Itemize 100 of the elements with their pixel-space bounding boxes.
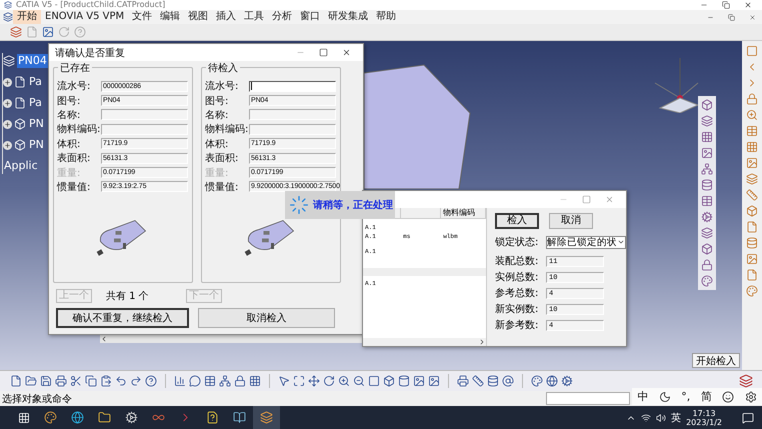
tool-icon[interactable] (701, 131, 713, 143)
text-field[interactable] (249, 80, 336, 92)
copy-icon[interactable] (85, 375, 97, 387)
restore-icon[interactable] (722, 1, 730, 9)
scroll-left-icon[interactable] (100, 334, 108, 342)
rotate-icon[interactable] (323, 375, 335, 387)
volume-icon[interactable] (656, 412, 666, 422)
tool-icon[interactable] (701, 259, 713, 271)
tree-item[interactable]: Pa (28, 96, 43, 110)
tool-icon[interactable] (701, 275, 713, 287)
save-icon[interactable] (40, 375, 52, 387)
scroll-right-icon[interactable] (478, 338, 486, 346)
lock-state-dropdown[interactable]: 解除已锁定的状 (546, 236, 626, 248)
zoom-in-icon[interactable] (338, 375, 350, 387)
text-field[interactable] (249, 124, 336, 135)
cylinder-icon[interactable] (398, 375, 410, 387)
tool-icon[interactable] (701, 195, 713, 207)
restore-icon[interactable] (728, 14, 735, 20)
menu-item[interactable]: 研发集成 (324, 10, 372, 24)
tree-icon[interactable] (219, 375, 231, 387)
database-icon[interactable] (487, 375, 499, 387)
picture-icon[interactable] (428, 375, 440, 387)
menu-item[interactable]: 编辑 (156, 10, 184, 24)
tree-item[interactable]: Applic (3, 159, 39, 173)
product-icon[interactable] (10, 26, 22, 38)
tool-icon[interactable] (746, 205, 758, 217)
tool-icon[interactable] (701, 243, 713, 255)
close-icon[interactable] (744, 1, 752, 9)
expand-icon[interactable] (3, 120, 12, 128)
tool-icon[interactable] (746, 109, 758, 121)
confirm-button[interactable]: 确认不重复，继续检入 (56, 308, 189, 328)
tool-icon[interactable] (701, 179, 713, 191)
menu-item[interactable]: 工具 (240, 10, 268, 24)
palette-icon[interactable] (44, 411, 57, 424)
notification-icon[interactable] (742, 412, 754, 424)
tool-icon[interactable] (746, 237, 758, 249)
tool-icon[interactable] (746, 221, 758, 233)
comment-icon[interactable] (189, 375, 201, 387)
menu-item[interactable]: 分析 (268, 10, 296, 24)
menu-item[interactable]: 开始 (13, 10, 41, 24)
palette-icon[interactable] (531, 375, 543, 387)
layers-icon[interactable] (260, 411, 273, 424)
open-icon[interactable] (25, 375, 37, 387)
at-icon[interactable] (502, 375, 514, 387)
start-checkin-button[interactable]: 开始检入 (692, 353, 740, 368)
paste-icon[interactable] (100, 375, 112, 387)
text-field[interactable] (101, 109, 188, 120)
menu-item[interactable]: 视图 (184, 10, 212, 24)
tree-item[interactable]: PN04 (17, 54, 48, 68)
ime-option[interactable]: 中 (637, 389, 648, 404)
expand-icon[interactable] (3, 98, 12, 108)
undo-icon[interactable] (115, 375, 127, 387)
help-icon[interactable] (145, 375, 157, 387)
gear-icon[interactable] (125, 411, 138, 424)
tool-icon[interactable] (701, 227, 713, 239)
tool-icon[interactable] (701, 211, 713, 223)
network-icon[interactable] (641, 412, 652, 422)
menu-item[interactable]: 文件 (128, 10, 156, 24)
menu-item[interactable]: ENOVIA V5 VPM (41, 10, 128, 24)
tool-icon[interactable] (701, 163, 713, 175)
tool-icon[interactable] (746, 93, 758, 105)
settings-icon[interactable] (744, 390, 757, 402)
menu-item[interactable]: 帮助 (372, 10, 400, 24)
maximize-icon[interactable] (319, 48, 328, 57)
ruler-icon[interactable] (472, 375, 484, 387)
book-icon[interactable] (233, 411, 246, 424)
tree-item[interactable]: PN (28, 117, 45, 131)
view-icon[interactable] (368, 375, 380, 387)
pointer-icon[interactable] (278, 375, 290, 387)
tool-icon[interactable] (746, 141, 758, 153)
print-icon[interactable] (457, 375, 469, 387)
fit-all-icon[interactable] (293, 375, 305, 387)
expand-icon[interactable] (3, 78, 12, 86)
tool-icon[interactable] (701, 99, 713, 111)
checkin-button[interactable]: 检入 (495, 213, 539, 229)
text-field[interactable] (249, 109, 336, 120)
close-icon[interactable] (342, 48, 351, 57)
moon-icon[interactable] (658, 390, 671, 402)
menu-item[interactable]: 窗口 (296, 10, 324, 24)
redo-icon[interactable] (130, 375, 142, 387)
active-taskbar-tile[interactable] (253, 406, 280, 429)
tool-icon[interactable] (746, 157, 758, 169)
print-icon[interactable] (55, 375, 67, 387)
expand-icon[interactable] (3, 140, 12, 150)
smiley-icon[interactable] (722, 390, 734, 402)
globe-icon[interactable] (71, 411, 84, 424)
tool-icon[interactable] (701, 115, 713, 127)
tool-icon[interactable] (701, 147, 713, 159)
tool-icon[interactable] (746, 253, 758, 265)
image-icon[interactable] (413, 375, 425, 387)
ime-option[interactable]: 简 (700, 389, 712, 404)
cog-icon[interactable] (561, 375, 573, 387)
cut-icon[interactable] (70, 375, 82, 387)
folder-icon[interactable] (98, 411, 111, 424)
image-icon[interactable] (42, 26, 54, 38)
scroll-bar[interactable] (363, 338, 486, 346)
tool-icon[interactable] (746, 269, 758, 281)
text-field[interactable] (101, 124, 188, 135)
cancel-button[interactable]: 取消检入 (198, 308, 335, 328)
table-icon[interactable] (204, 375, 216, 387)
